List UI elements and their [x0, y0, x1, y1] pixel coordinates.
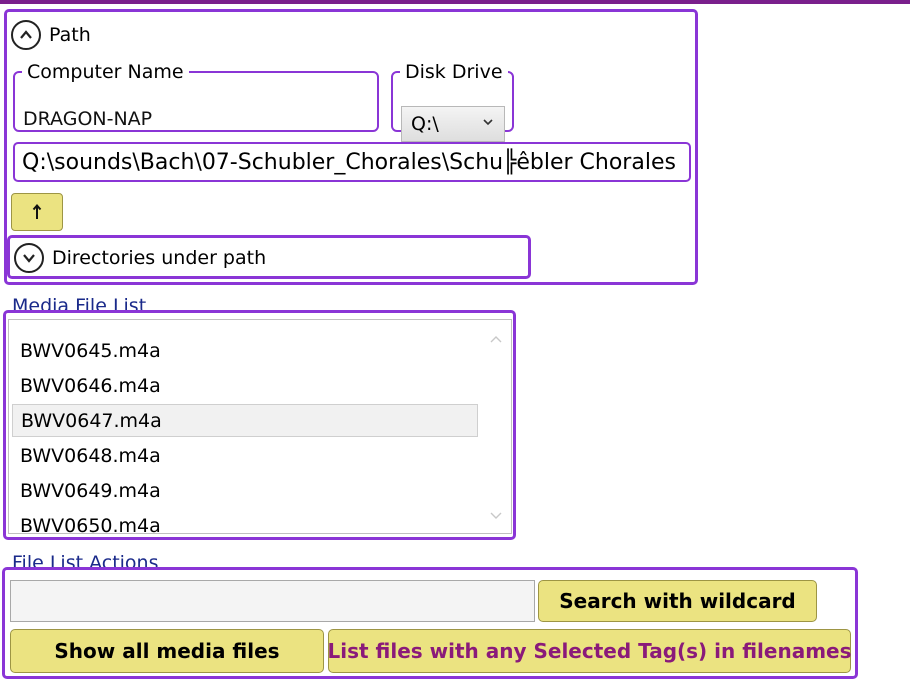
expand-directories-button[interactable] — [14, 243, 44, 273]
list-item[interactable]: BWV0646.m4a — [12, 369, 478, 402]
parent-directory-button[interactable] — [11, 193, 63, 231]
search-wildcard-button[interactable]: Search with wildcard — [538, 580, 817, 622]
chevron-down-icon — [483, 119, 493, 126]
media-file-list[interactable]: BWV0645.m4a BWV0646.m4a BWV0647.m4a BWV0… — [8, 319, 512, 534]
disk-drive-group: Disk Drive Q:\ — [391, 61, 514, 142]
collapse-path-button[interactable] — [11, 20, 41, 50]
up-arrow-icon — [32, 203, 42, 219]
path-input[interactable]: Q:\sounds\Bach\07-Schubler_Chorales\Schu… — [13, 142, 691, 182]
computer-name-group: Computer Name DRAGON-NAP — [13, 62, 379, 132]
scroll-up-arrow-icon[interactable] — [490, 334, 502, 344]
path-header: Path — [11, 18, 91, 52]
list-item[interactable]: BWV0645.m4a — [12, 334, 478, 367]
directories-panel: Directories under path — [7, 235, 531, 279]
directories-title: Directories under path — [52, 247, 267, 269]
list-item[interactable]: BWV0650.m4a — [12, 509, 478, 534]
top-accent-bar — [0, 0, 910, 4]
chevron-down-icon — [23, 254, 35, 263]
scroll-down-arrow-icon[interactable] — [490, 511, 502, 521]
show-all-media-button[interactable]: Show all media files — [10, 629, 324, 673]
disk-drive-selected: Q:\ — [411, 113, 439, 135]
list-tagged-files-button[interactable]: List files with any Selected Tag(s) in f… — [328, 629, 852, 673]
computer-name-value: DRAGON-NAP — [23, 108, 153, 130]
list-item[interactable]: BWV0649.m4a — [12, 474, 478, 507]
path-value: Q:\sounds\Bach\07-Schubler_Chorales\Schu… — [22, 149, 676, 175]
media-file-list-panel: BWV0645.m4a BWV0646.m4a BWV0647.m4a BWV0… — [3, 310, 516, 540]
disk-drive-select[interactable]: Q:\ — [401, 106, 505, 142]
path-title: Path — [49, 24, 91, 46]
list-item[interactable]: BWV0648.m4a — [12, 439, 478, 472]
disk-drive-label: Disk Drive — [405, 61, 503, 83]
wildcard-input[interactable] — [10, 580, 535, 622]
directories-header: Directories under path — [14, 243, 266, 273]
list-scrollbar[interactable] — [481, 320, 511, 533]
computer-name-label: Computer Name — [27, 61, 184, 83]
chevron-up-icon — [20, 30, 32, 39]
path-panel: Path Computer Name DRAGON-NAP Disk Drive… — [4, 9, 698, 285]
list-item-selected[interactable]: BWV0647.m4a — [12, 404, 478, 437]
file-list-actions-panel: Search with wildcard Show all media file… — [2, 567, 858, 679]
